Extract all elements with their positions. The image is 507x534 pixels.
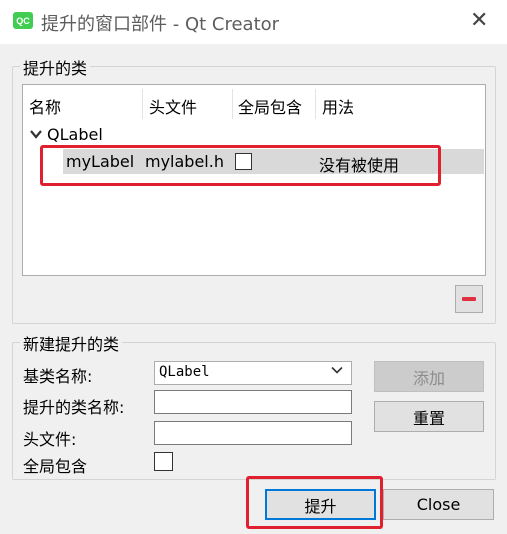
qt-creator-logo-icon: QC (13, 12, 33, 29)
column-separator (142, 89, 143, 119)
global-include-label: 全局包含 (23, 457, 88, 476)
promoted-classes-group-title: 提升的类 (20, 55, 91, 79)
header-file-input[interactable] (154, 421, 352, 445)
column-header-global-include[interactable]: 全局包含 (238, 94, 302, 118)
add-class-button[interactable]: 添加 (374, 361, 484, 392)
promoted-class-name-input[interactable] (154, 390, 352, 414)
chevron-down-icon (331, 364, 343, 379)
remove-class-button[interactable] (455, 285, 483, 313)
close-window-icon[interactable]: ✕ (470, 8, 488, 34)
new-global-include-checkbox[interactable] (154, 452, 173, 471)
base-class-selected-value: QLabel (159, 364, 210, 380)
column-header-usage[interactable]: 用法 (322, 94, 354, 118)
annotation-highlight-row (40, 145, 441, 186)
promoted-class-name-label: 提升的类名称: (23, 398, 125, 417)
reset-button[interactable]: 重置 (374, 401, 484, 432)
tree-node-base-class[interactable]: QLabel (47, 125, 103, 144)
base-class-select[interactable]: QLabel (154, 361, 352, 385)
close-button[interactable]: Close (383, 489, 494, 520)
header-file-label: 头文件: (23, 430, 77, 449)
chevron-down-icon[interactable] (30, 128, 42, 143)
minus-icon (462, 297, 476, 301)
column-header-header-file[interactable]: 头文件 (149, 94, 197, 118)
new-promoted-class-group-title: 新建提升的类 (20, 331, 123, 355)
window-title: 提升的窗口部件 - Qt Creator (41, 14, 280, 35)
base-class-label: 基类名称: (23, 367, 93, 386)
column-header-name[interactable]: 名称 (29, 94, 61, 118)
annotation-highlight-promote (246, 476, 383, 529)
column-separator (315, 89, 316, 119)
column-separator (232, 89, 233, 119)
